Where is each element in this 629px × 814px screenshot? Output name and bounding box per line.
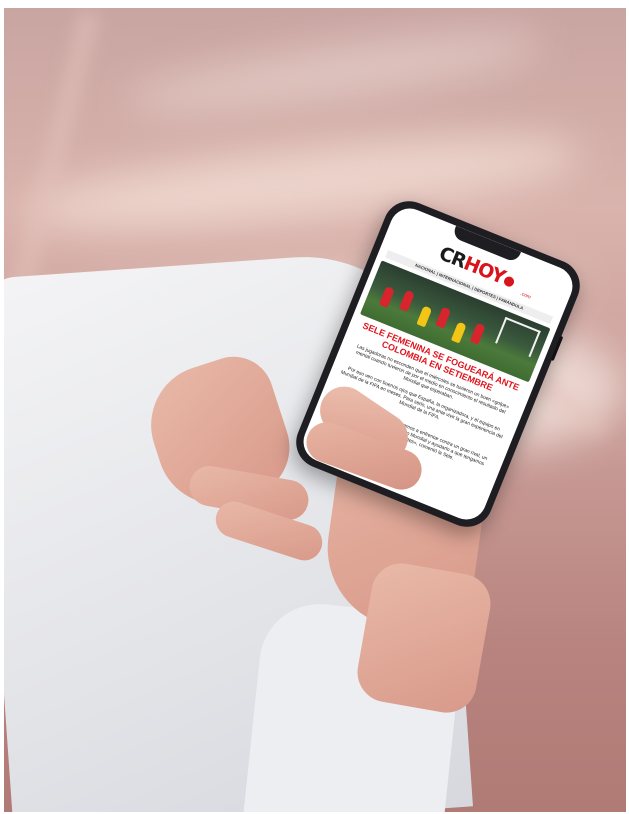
- player: [416, 305, 433, 328]
- player: [469, 322, 486, 345]
- player: [399, 289, 415, 312]
- photo-frame: CRHOY .com NACIONAL | INTERNACIONAL | DE…: [0, 0, 629, 814]
- phone-screen[interactable]: CRHOY .com NACIONAL | INTERNACIONAL | DE…: [297, 202, 579, 526]
- player: [378, 286, 395, 308]
- blurred-stripe: [8, 10, 100, 306]
- logo-domain: .com: [519, 290, 532, 301]
- background-scene: CRHOY .com NACIONAL | INTERNACIONAL | DE…: [4, 8, 626, 812]
- player: [450, 321, 467, 344]
- right-wrist: [352, 558, 496, 718]
- light-band: [122, 19, 546, 127]
- goal-net: [495, 316, 541, 358]
- player: [435, 306, 452, 329]
- light-band: [21, 118, 587, 248]
